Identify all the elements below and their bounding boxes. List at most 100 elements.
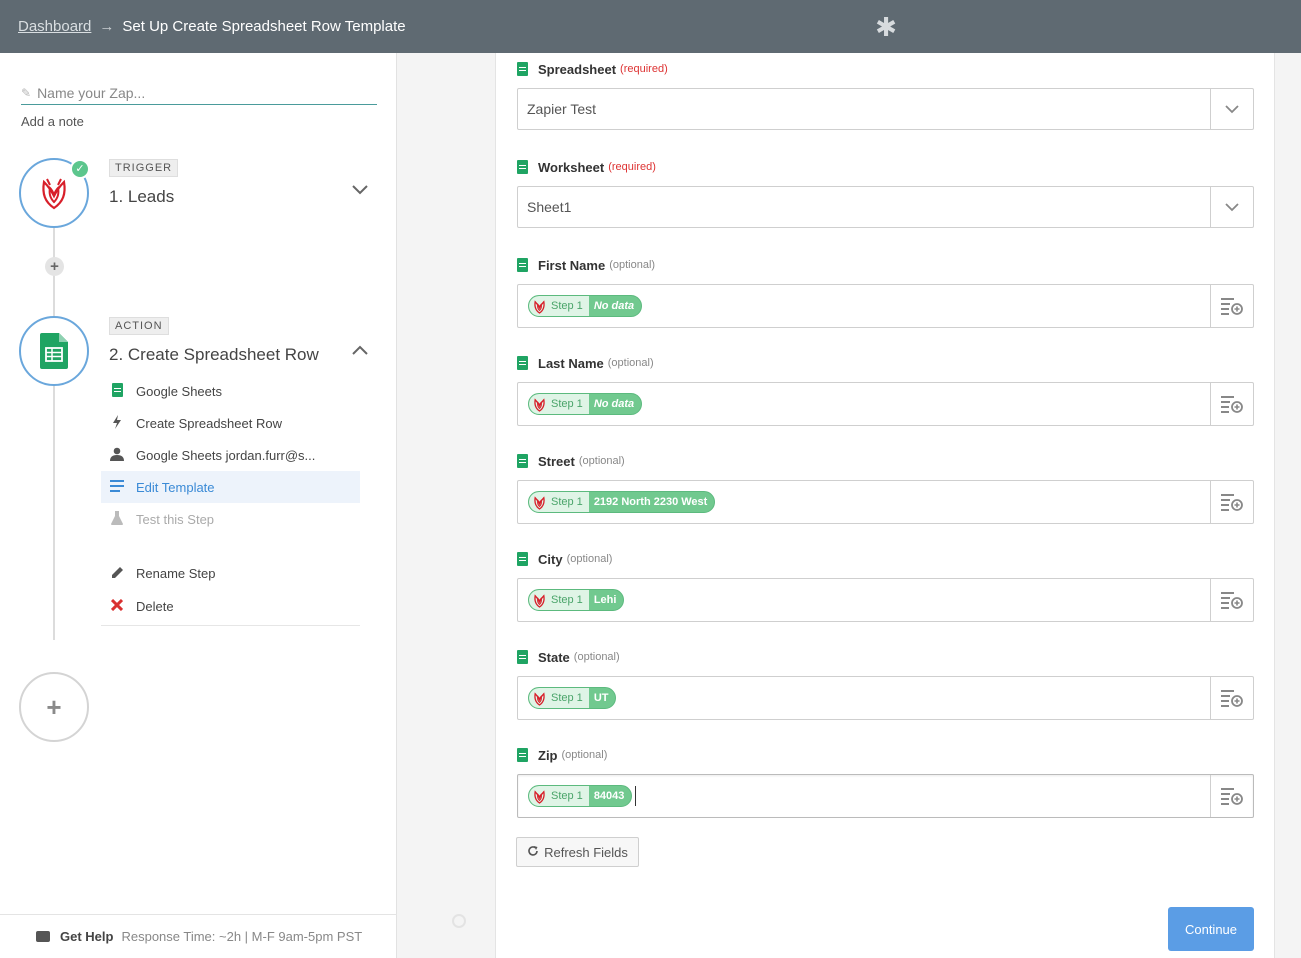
leads-app-icon xyxy=(533,495,546,510)
field-label: First Name (optional) xyxy=(517,256,1254,274)
substep-choose-action[interactable]: Create Spreadsheet Row xyxy=(101,407,360,439)
field-label: State (optional) xyxy=(517,648,1254,666)
mapped-field-pill[interactable]: Step 1 Lehi xyxy=(528,589,625,611)
refresh-icon xyxy=(527,845,539,860)
mapped-field-pill[interactable]: Step 1 2192 North 2230 West xyxy=(528,491,716,513)
substep-edit-template[interactable]: Edit Template xyxy=(101,471,360,503)
delete-x-icon xyxy=(108,598,126,614)
city-input[interactable]: Step 1 Lehi xyxy=(517,578,1254,622)
pill-step-label: Step 1 xyxy=(551,496,583,508)
field-spreadsheet: Spreadsheet (required) Zapier Test xyxy=(517,60,1254,130)
field-qualifier: (optional) xyxy=(607,357,654,369)
field-state: State (optional) Step 1 UT xyxy=(517,648,1254,720)
zap-name-input[interactable] xyxy=(37,84,358,101)
insert-field-icon[interactable] xyxy=(1210,481,1253,523)
pill-value: Lehi xyxy=(593,594,617,606)
pencil-icon: ✎ xyxy=(21,85,32,100)
action-step-title[interactable]: 2. Create Spreadsheet Row xyxy=(109,345,319,365)
mapped-field-pill[interactable]: Step 1 UT xyxy=(528,687,617,709)
insert-field-icon[interactable] xyxy=(1210,775,1253,817)
substep-test-step[interactable]: Test this Step xyxy=(101,503,360,535)
google-sheets-icon xyxy=(517,748,528,762)
google-sheets-icon xyxy=(517,454,528,468)
breadcrumb-dashboard-link[interactable]: Dashboard xyxy=(18,18,91,35)
flask-icon xyxy=(108,510,126,528)
continue-button[interactable]: Continue xyxy=(1168,907,1254,951)
chevron-down-icon[interactable] xyxy=(1210,89,1253,129)
field-qualifier: (required) xyxy=(620,63,668,75)
leads-app-icon xyxy=(533,593,546,608)
page-title: Set Up Create Spreadsheet Row Template xyxy=(122,18,406,35)
insert-field-icon[interactable] xyxy=(1210,579,1253,621)
rename-step-button[interactable]: Rename Step xyxy=(101,557,360,590)
list-icon xyxy=(108,479,126,495)
last-name-input[interactable]: Step 1 No data xyxy=(517,382,1254,426)
google-sheets-icon xyxy=(517,62,528,76)
field-street: Street (optional) Step 1 2192 North 2230… xyxy=(517,452,1254,524)
pill-value: 2192 North 2230 West xyxy=(593,496,708,508)
check-icon: ✓ xyxy=(70,159,90,179)
trigger-tag: TRIGGER xyxy=(109,159,179,177)
field-qualifier: (required) xyxy=(608,161,656,173)
select-value: Sheet1 xyxy=(527,199,572,215)
pill-step-label: Step 1 xyxy=(551,692,583,704)
field-label: Spreadsheet (required) xyxy=(517,60,1254,78)
insert-field-icon[interactable] xyxy=(1210,285,1253,327)
add-step-button[interactable]: + xyxy=(19,672,89,742)
pill-value: UT xyxy=(593,692,609,704)
insert-field-icon[interactable] xyxy=(1210,383,1253,425)
substep-label: Google Sheets jordan.furr@s... xyxy=(136,447,316,463)
field-label-text: Zip xyxy=(538,747,558,763)
substep-label: Google Sheets xyxy=(136,383,223,399)
pill-step-label: Step 1 xyxy=(551,790,583,802)
add-note-link[interactable]: Add a note xyxy=(21,114,84,129)
field-label-text: State xyxy=(538,649,570,665)
pencil-icon xyxy=(108,566,126,582)
street-input[interactable]: Step 1 2192 North 2230 West xyxy=(517,480,1254,524)
delete-step-label: Delete xyxy=(136,599,174,614)
step-connector-line xyxy=(53,175,55,640)
first-name-input[interactable]: Step 1 No data xyxy=(517,284,1254,328)
mapped-field-pill[interactable]: Step 1 No data xyxy=(528,393,643,415)
action-tag: ACTION xyxy=(109,317,169,335)
refresh-fields-button[interactable]: Refresh Fields xyxy=(516,837,639,867)
google-sheets-icon xyxy=(517,160,528,174)
user-icon xyxy=(108,447,126,464)
google-sheets-icon xyxy=(40,333,68,369)
field-qualifier: (optional) xyxy=(609,259,656,271)
substep-choose-app[interactable]: Google Sheets xyxy=(101,375,360,407)
field-zip: Zip (optional) Step 1 84043 xyxy=(517,746,1254,818)
state-input[interactable]: Step 1 UT xyxy=(517,676,1254,720)
field-label-text: City xyxy=(538,551,563,567)
field-label: Worksheet (required) xyxy=(517,158,1254,176)
chat-icon xyxy=(36,931,50,942)
refresh-fields-label: Refresh Fields xyxy=(544,844,628,860)
action-step-icon[interactable] xyxy=(19,316,89,386)
mapped-field-pill[interactable]: Step 1 84043 xyxy=(528,785,633,807)
trigger-step-title[interactable]: 1. Leads xyxy=(109,187,174,207)
chevron-down-icon[interactable] xyxy=(351,183,369,201)
add-step-between-button[interactable]: + xyxy=(45,257,64,276)
get-help-link[interactable]: Get Help xyxy=(60,929,113,944)
substep-label: Create Spreadsheet Row xyxy=(136,415,282,431)
pill-value: 84043 xyxy=(593,790,625,802)
insert-field-icon[interactable] xyxy=(1210,677,1253,719)
leads-app-icon xyxy=(533,691,546,706)
delete-step-button[interactable]: Delete xyxy=(101,590,360,623)
field-label-text: Street xyxy=(538,453,575,469)
zip-input[interactable]: Step 1 84043 xyxy=(517,774,1254,818)
pill-step-label: Step 1 xyxy=(551,398,583,410)
spreadsheet-select[interactable]: Zapier Test xyxy=(517,88,1254,130)
top-bar: Dashboard → Set Up Create Spreadsheet Ro… xyxy=(0,0,1301,53)
zapier-asterisk-icon[interactable]: ✱ xyxy=(873,14,899,40)
substep-choose-account[interactable]: Google Sheets jordan.furr@s... xyxy=(101,439,360,471)
leads-app-icon xyxy=(533,789,546,804)
mapped-field-pill[interactable]: Step 1 No data xyxy=(528,295,643,317)
zap-name-field[interactable]: ✎ xyxy=(21,81,377,105)
chevron-up-icon[interactable] xyxy=(351,343,369,361)
chevron-down-icon[interactable] xyxy=(1210,187,1253,227)
rename-step-label: Rename Step xyxy=(136,566,216,581)
worksheet-select[interactable]: Sheet1 xyxy=(517,186,1254,228)
step-actions: Rename Step Delete xyxy=(101,557,360,626)
select-value: Zapier Test xyxy=(527,101,596,117)
